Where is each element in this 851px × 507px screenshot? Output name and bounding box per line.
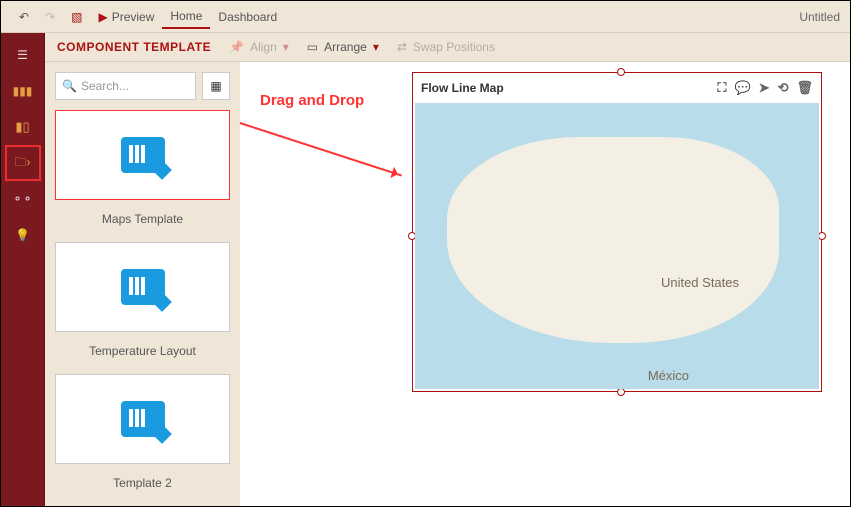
save-btn[interactable]: ▧ (63, 6, 90, 28)
search-placeholder: Search... (81, 79, 129, 93)
resize-handle[interactable] (617, 388, 625, 396)
tab-home[interactable]: Home (162, 5, 210, 29)
menu-icon[interactable]: ☰ (13, 45, 33, 65)
tab-dashboard[interactable]: Dashboard (210, 6, 285, 28)
map-body[interactable]: United States México (415, 103, 819, 389)
template-card[interactable] (55, 374, 230, 464)
annotation-text: Drag and Drop (260, 92, 364, 109)
template-card[interactable] (55, 242, 230, 332)
grid-view-btn[interactable]: ▦ (202, 72, 230, 100)
expand-icon[interactable]: ⛶ (717, 80, 726, 96)
search-input[interactable]: 🔍 Search... (55, 72, 196, 100)
share-icon[interactable]: ➤ (759, 80, 770, 96)
canvas[interactable]: Drag and Drop Flow Line Map ⛶ 💬 ➤ ⟲ 🗑 Un… (240, 62, 850, 506)
annotation-arrow (240, 122, 402, 176)
resize-handle[interactable] (818, 232, 826, 240)
map-widget[interactable]: Flow Line Map ⛶ 💬 ➤ ⟲ 🗑 United States Mé… (412, 72, 822, 392)
undo-btn[interactable]: ↶ (11, 6, 37, 28)
map-land (447, 137, 778, 343)
section-title: COMPONENT TEMPLATE (57, 40, 211, 54)
idea-icon[interactable]: 💡 (13, 225, 33, 245)
template-card[interactable] (55, 110, 230, 200)
chart-icon[interactable]: ▮▮▮ (13, 81, 33, 101)
redo-btn[interactable]: ↷ (37, 6, 63, 28)
map-title: Flow Line Map (421, 81, 504, 95)
comment-icon[interactable]: 💬 (734, 80, 750, 96)
arrange-menu[interactable]: ▭ Arrange ▾ (307, 40, 379, 54)
template-icon (121, 269, 165, 305)
map-label: United States (661, 275, 739, 290)
tree-icon[interactable]: ⚬⚬ (13, 189, 33, 209)
refresh-icon[interactable]: ⟲ (778, 80, 789, 96)
delete-icon[interactable]: 🗑 (796, 80, 813, 96)
swap-btn: ⇄ Swap Positions (397, 40, 495, 54)
preview-btn[interactable]: ▶Preview (90, 6, 162, 28)
doc-title: Untitled (799, 10, 840, 24)
template-label: Maps Template (55, 210, 230, 232)
template-icon (121, 137, 165, 173)
template-icon (121, 401, 165, 437)
template-panel: 🔍 Search... ▦ Maps Template Temperature … (45, 62, 240, 506)
preview-label: Preview (112, 10, 155, 24)
sidebar: ☰ ▮▮▮ ▮▯ 🗀› ⚬⚬ 💡 (1, 33, 45, 506)
template-label: Template 2 (55, 474, 230, 496)
template-label: Temperature Layout (55, 342, 230, 364)
map-label: México (648, 368, 689, 383)
align-menu: 📌 Align ▾ (229, 40, 289, 54)
templates-icon[interactable]: 🗀› (13, 153, 33, 173)
report-icon[interactable]: ▮▯ (13, 117, 33, 137)
resize-handle[interactable] (617, 68, 625, 76)
